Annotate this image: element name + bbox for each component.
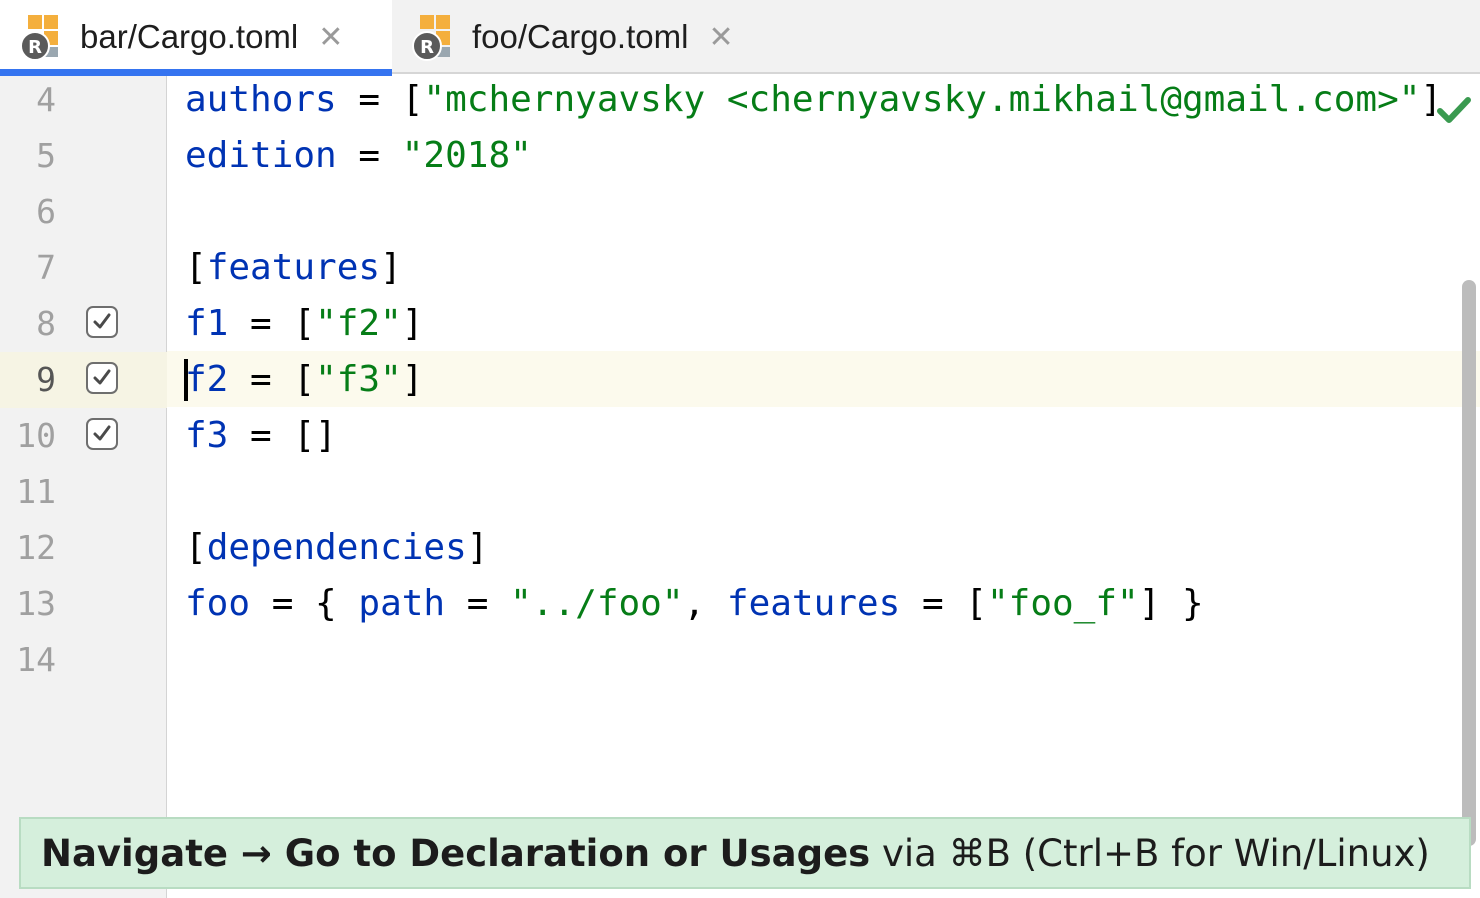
code-editor[interactable]: authors = ["mchernyavsky <chernyavsky.mi… xyxy=(185,76,1435,816)
feature-toggle-checkbox[interactable] xyxy=(86,418,118,450)
shortcut-tip-banner: Navigate → Go to Declaration or Usages v… xyxy=(19,817,1471,889)
line-number: 13 xyxy=(16,584,56,623)
tip-shortcut: via ⌘B (Ctrl+B for Win/Linux) xyxy=(870,831,1430,875)
tip-action: Navigate → Go to Declaration or Usages xyxy=(41,831,871,875)
checkmark-icon xyxy=(93,425,111,441)
line-number: 12 xyxy=(16,528,56,567)
code-line-4: authors = ["mchernyavsky <chernyavsky.mi… xyxy=(185,79,1435,120)
rust-toml-file-icon: R xyxy=(412,13,460,61)
code-line-13: foo = { path = "../foo", features = ["fo… xyxy=(185,583,1204,624)
vertical-scrollbar[interactable] xyxy=(1462,280,1476,846)
checkmark-icon xyxy=(93,313,111,329)
code-line-7: [features] xyxy=(185,247,402,288)
tab-label: bar/Cargo.toml xyxy=(80,18,299,55)
code-line-10: f3 = [] xyxy=(185,415,337,456)
code-line-12: [dependencies] xyxy=(185,527,489,568)
close-icon[interactable]: ✕ xyxy=(318,20,343,55)
checkmark-icon xyxy=(93,369,111,385)
line-number: 8 xyxy=(36,304,56,343)
editor-tab-bar: R bar/Cargo.toml ✕ R foo/Cargo.toml ✕ xyxy=(0,0,1480,76)
tab-bar-cargo-toml[interactable]: R bar/Cargo.toml ✕ xyxy=(0,0,392,76)
line-number: 7 xyxy=(36,248,56,287)
code-line-5: edition = "2018" xyxy=(185,135,532,176)
close-icon[interactable]: ✕ xyxy=(708,20,733,55)
tab-foo-cargo-toml[interactable]: R foo/Cargo.toml ✕ xyxy=(392,0,780,74)
inspection-ok-icon[interactable] xyxy=(1436,94,1472,126)
tab-label: foo/Cargo.toml xyxy=(472,18,689,55)
feature-toggle-checkbox[interactable] xyxy=(86,306,118,338)
editor-gutter: 4 5 6 7 8 9 10 11 12 13 14 xyxy=(0,76,167,898)
line-number: 4 xyxy=(36,80,56,119)
line-number: 9 xyxy=(36,360,56,399)
code-line-8: f1 = ["f2"] xyxy=(185,303,424,344)
feature-toggle-checkbox[interactable] xyxy=(86,362,118,394)
line-number: 6 xyxy=(36,192,56,231)
text-caret xyxy=(184,359,188,401)
rust-toml-file-icon: R xyxy=(20,13,68,61)
line-number: 10 xyxy=(16,416,56,455)
line-number: 11 xyxy=(16,472,56,511)
line-number: 5 xyxy=(36,136,56,175)
line-number: 14 xyxy=(16,640,56,679)
code-line-9: f2 = ["f3"] xyxy=(185,359,424,400)
